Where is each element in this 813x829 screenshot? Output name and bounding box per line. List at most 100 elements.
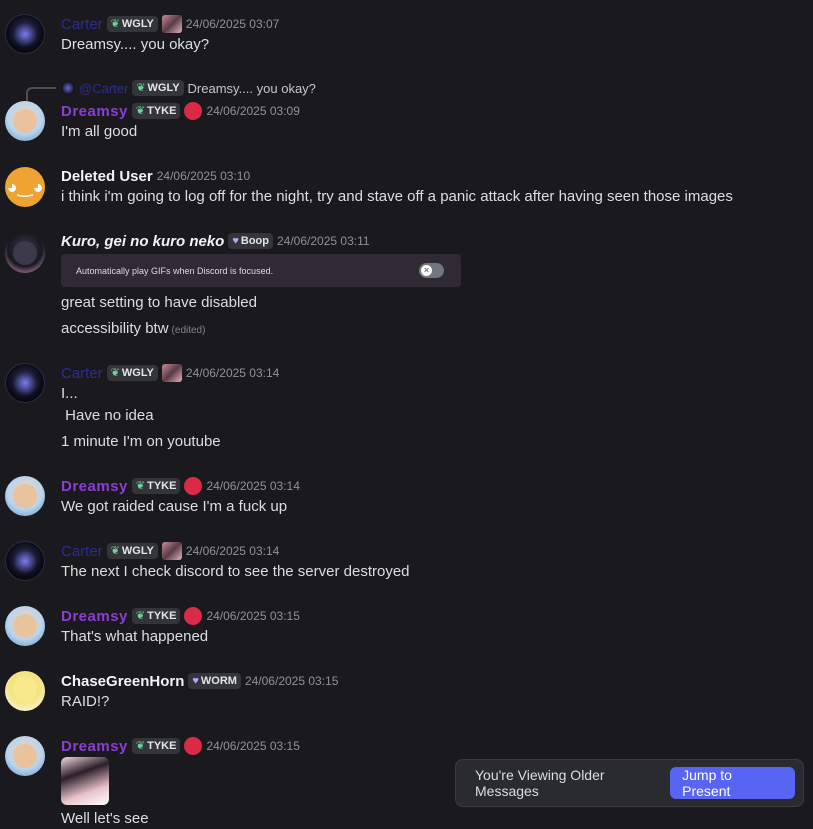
username[interactable]: Dreamsy [61,103,128,120]
settings-screenshot-embed[interactable]: Automatically play GIFs when Discord is … [61,254,461,287]
message-text: We got raided cause I'm a fuck up [61,498,288,515]
guild-tag-label: TYKE [147,480,177,492]
heart-icon: ♥ [192,674,199,687]
guild-tag[interactable]: ❦ WGLY [106,365,158,381]
guild-tag-label: TYKE [147,610,177,622]
message-text-content: accessibility btw [61,320,169,337]
guild-tag: ❦ WGLY [132,80,184,96]
discord-logo-icon: ◕‿◕ [6,176,44,197]
avatar[interactable] [5,363,45,403]
username[interactable]: Kuro, gei no kuro neko [61,233,224,250]
message-text: i think i'm going to log off for the nig… [61,188,733,205]
timestamp[interactable]: 24/06/2025 03:15 [245,674,338,688]
message-text: I'm all good [61,123,138,140]
guild-tag-label: WORM [200,675,237,687]
timestamp[interactable]: 24/06/2025 03:14 [206,479,299,493]
guild-tag[interactable]: ❦ TYKE [131,738,181,754]
avatar[interactable] [5,14,45,54]
role-icon [184,102,203,120]
message-text: Have no idea [61,407,154,424]
reply-avatar [61,81,75,95]
username[interactable]: Dreamsy [61,478,128,495]
older-messages-bar: You're Viewing Older Messages Jump to Pr… [455,759,804,807]
avatar[interactable] [5,476,45,516]
username[interactable]: Deleted User [61,168,153,185]
timestamp[interactable]: 24/06/2025 03:15 [206,739,299,753]
leaf-icon: ❦ [135,479,146,492]
avatar[interactable] [5,671,45,711]
guild-tag[interactable]: ❦ TYKE [131,478,181,494]
toggle-switch: × [419,263,444,278]
guild-tag-label: TYKE [147,105,177,117]
timestamp[interactable]: 24/06/2025 03:11 [277,234,370,248]
heart-icon: ♥ [232,234,239,247]
message-text: great setting to have disabled [61,294,257,311]
message-text: I... [61,385,78,402]
close-icon: × [421,265,432,276]
jump-to-present-button[interactable]: Jump to Present [670,767,795,799]
guild-tag-label: WGLY [147,82,180,94]
leaf-icon: ❦ [135,739,146,752]
timestamp[interactable]: 24/06/2025 03:07 [186,17,279,31]
leaf-icon: ❦ [136,81,146,94]
avatar[interactable] [5,101,45,141]
timestamp[interactable]: 24/06/2025 03:09 [206,104,299,118]
leaf-icon: ❦ [110,17,120,30]
image-attachment[interactable] [61,757,109,805]
role-icon [161,542,182,560]
message-text: The next I check discord to see the serv… [61,563,410,580]
avatar[interactable] [5,606,45,646]
username[interactable]: Carter [61,16,103,33]
role-icon [161,364,182,382]
guild-tag[interactable]: ❦ WGLY [106,16,158,32]
reply-preview[interactable]: @Carter ❦ WGLY Dreamsy.... you okay? [61,80,316,96]
message-header: ChaseGreenHorn ♥ WORM 24/06/2025 03:15 [61,671,338,691]
message-text: 1 minute I'm on youtube [61,433,221,450]
role-icon [184,607,203,625]
embed-text: Automatically play GIFs when Discord is … [76,265,274,276]
username[interactable]: ChaseGreenHorn [61,673,184,690]
message-header: Carter ❦ WGLY 24/06/2025 03:07 [61,14,279,34]
guild-tag-label: Boop [240,235,269,247]
message-text: Dreamsy.... you okay? [61,36,210,53]
guild-tag-label: WGLY [121,545,154,557]
guild-tag[interactable]: ❦ TYKE [131,608,181,624]
leaf-icon: ❦ [110,366,120,379]
username[interactable]: Carter [61,365,103,382]
reply-author[interactable]: @Carter [79,81,128,96]
timestamp[interactable]: 24/06/2025 03:14 [186,366,279,380]
guild-tag[interactable]: ♥ WORM [188,673,241,689]
reply-text: Dreamsy.... you okay? [187,80,316,96]
message-header: Carter ❦ WGLY 24/06/2025 03:14 [61,363,279,383]
leaf-icon: ❦ [110,544,120,557]
role-icon [184,477,203,495]
leaf-icon: ❦ [135,104,146,117]
older-messages-label: You're Viewing Older Messages [475,767,605,799]
avatar[interactable] [5,541,45,581]
guild-tag[interactable]: ❦ TYKE [131,103,181,119]
username[interactable]: Dreamsy [61,608,128,625]
avatar[interactable] [5,736,45,776]
message-text: RAID!? [61,693,110,710]
guild-tag-label: TYKE [147,740,177,752]
leaf-icon: ❦ [135,609,146,622]
guild-tag[interactable]: ♥ Boop [228,233,273,249]
timestamp[interactable]: 24/06/2025 03:15 [206,609,299,623]
username[interactable]: Dreamsy [61,738,128,755]
timestamp[interactable]: 24/06/2025 03:10 [157,169,250,183]
message-header: Carter ❦ WGLY 24/06/2025 03:14 [61,541,279,561]
role-icon [184,737,203,755]
avatar[interactable]: ◕‿◕ [5,167,45,207]
avatar[interactable] [5,233,45,273]
timestamp[interactable]: 24/06/2025 03:14 [186,544,279,558]
message-header: Deleted User 24/06/2025 03:10 [61,166,250,186]
username[interactable]: Carter [61,543,103,560]
guild-tag-label: WGLY [121,367,154,379]
message-header: Dreamsy ❦ TYKE 24/06/2025 03:15 [61,736,300,756]
guild-tag-label: WGLY [121,18,154,30]
message-text: Well let's see [61,810,149,827]
guild-tag[interactable]: ❦ WGLY [106,543,158,559]
message-header: Dreamsy ❦ TYKE 24/06/2025 03:14 [61,476,300,496]
edited-marker: (edited) [171,325,206,336]
message-header: Dreamsy ❦ TYKE 24/06/2025 03:09 [61,101,300,121]
